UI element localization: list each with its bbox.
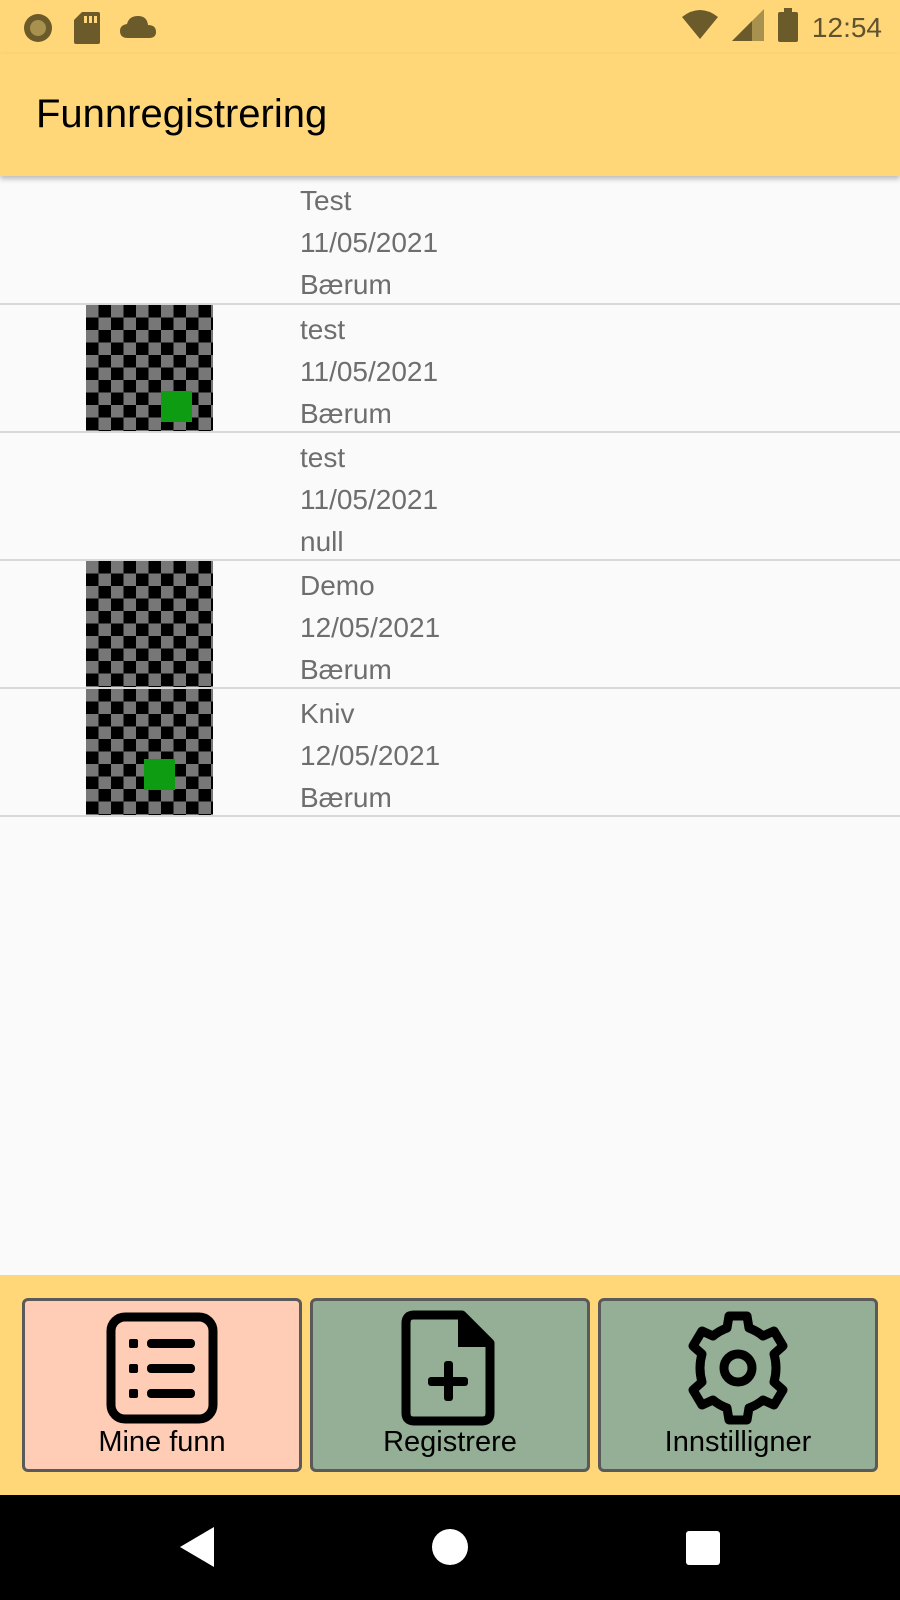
find-location: null [300, 526, 344, 557]
thumbnail-marker [144, 759, 175, 790]
list-item[interactable]: test 11/05/2021 Bærum [0, 305, 900, 433]
find-date: 12/05/2021 [300, 740, 441, 771]
file-plus-icon [401, 1310, 495, 1426]
system-navigation-bar [0, 1495, 900, 1600]
find-location: Bærum [300, 654, 392, 685]
find-date: 12/05/2021 [300, 612, 441, 643]
find-name: Demo [300, 570, 375, 601]
nav-label: Registrere [383, 1426, 517, 1458]
list-item-text: Kniv 12/05/2021 Bærum [300, 693, 440, 819]
find-date: 11/05/2021 [300, 484, 439, 515]
gear-icon [688, 1311, 788, 1425]
back-icon[interactable] [180, 1527, 214, 1567]
nav-registrere-button[interactable]: Registrere [310, 1298, 590, 1472]
wifi-icon [681, 9, 718, 46]
nav-mine-funn-button[interactable]: Mine funn [22, 1298, 302, 1472]
status-bar: 12:54 [0, 0, 900, 54]
find-name: Kniv [300, 698, 355, 729]
nav-innstillinger-button[interactable]: Innstilligner [598, 1298, 878, 1472]
find-date: 11/05/2021 [300, 227, 439, 258]
record-icon [22, 12, 54, 49]
find-name: test [300, 314, 346, 345]
signal-icon [731, 9, 764, 46]
list-item[interactable]: Demo 12/05/2021 Bærum [0, 561, 900, 689]
find-thumbnail [86, 689, 213, 815]
page-title: Funnregistrering [36, 92, 328, 136]
thumbnail-marker [161, 391, 192, 422]
find-thumbnail [86, 305, 213, 431]
find-name: test [300, 442, 346, 473]
list-item-text: Demo 12/05/2021 Bærum [300, 565, 440, 691]
nav-label: Mine funn [98, 1426, 226, 1458]
find-location: Bærum [300, 398, 392, 429]
home-icon[interactable] [432, 1529, 468, 1565]
find-thumbnail [86, 561, 213, 687]
find-date: 11/05/2021 [300, 356, 439, 387]
battery-icon [777, 8, 798, 47]
list-item-text: test 11/05/2021 Bærum [300, 309, 438, 435]
bottom-navigation: Mine funn Registrere Innstilligner [0, 1275, 900, 1495]
list-icon [106, 1312, 218, 1424]
sd-card-icon [74, 12, 100, 49]
list-item[interactable]: Test 11/05/2021 Bærum [0, 176, 900, 305]
list-item-text: Test 11/05/2021 Bærum [300, 180, 438, 306]
find-location: Bærum [300, 782, 392, 813]
find-location: Bærum [300, 269, 392, 300]
recents-icon[interactable] [686, 1531, 720, 1565]
list-item-text: test 11/05/2021 null [300, 437, 438, 563]
app-bar: Funnregistrering [0, 54, 900, 176]
cloud-icon [120, 16, 156, 45]
list-item[interactable]: Kniv 12/05/2021 Bærum [0, 689, 900, 817]
list-item[interactable]: test 11/05/2021 null [0, 433, 900, 561]
find-name: Test [300, 185, 352, 216]
finds-list[interactable]: Test 11/05/2021 Bærum test 11/05/2021 Bæ… [0, 176, 900, 817]
nav-label: Innstilligner [664, 1426, 812, 1458]
status-clock: 12:54 [811, 11, 882, 43]
